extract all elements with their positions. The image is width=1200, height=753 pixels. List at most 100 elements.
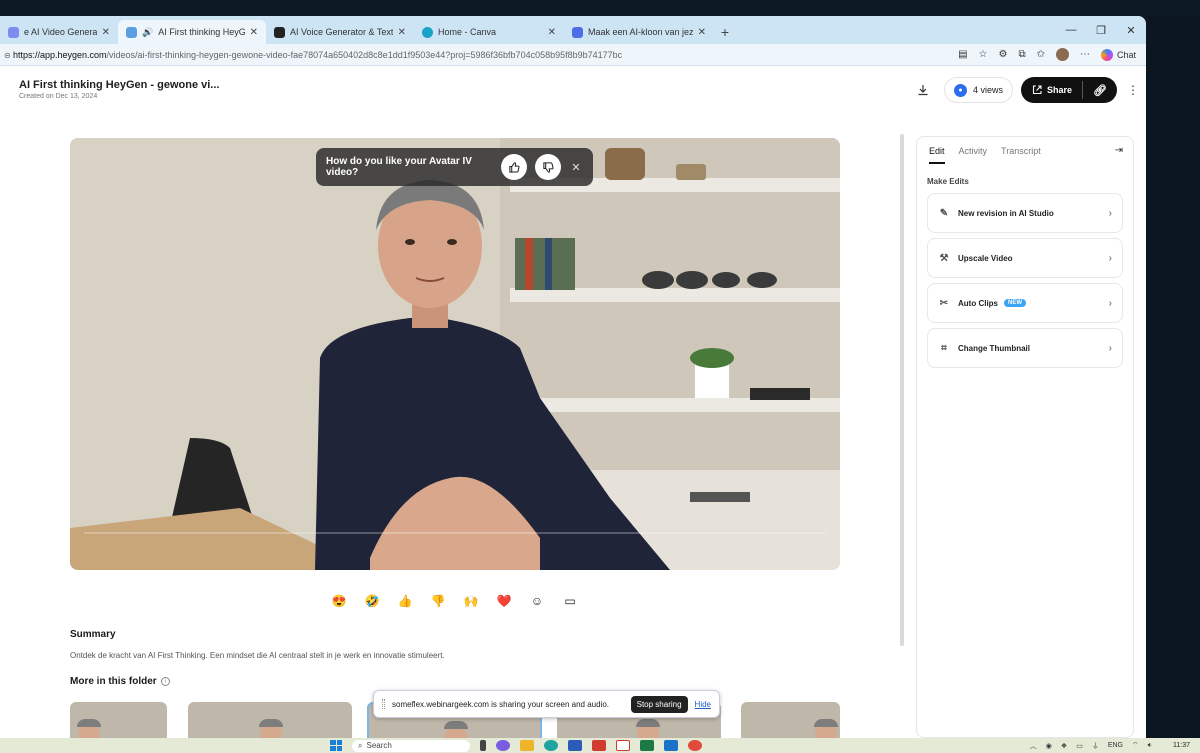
chevron-right-icon: › (1108, 297, 1112, 309)
share-button[interactable]: Share (1021, 81, 1084, 99)
reaction-heart-icon[interactable]: ❤️ (495, 592, 513, 610)
edge-browser-icon[interactable] (544, 740, 558, 751)
folder-video-thumbnail[interactable] (741, 702, 840, 738)
tab-activity[interactable]: Activity (959, 146, 988, 164)
store-app-icon[interactable] (568, 740, 582, 751)
thumbs-down-icon[interactable] (535, 154, 561, 180)
folder-tray-icon[interactable]: ▭ (1076, 742, 1083, 750)
dropbox-icon[interactable]: ❖ (1061, 742, 1067, 750)
feedback-question: How do you like your Avatar IV video? (326, 156, 472, 178)
profile-avatar[interactable] (1055, 48, 1069, 61)
tab-ai-video-generator[interactable]: e AI Video Generator: Create S ✕ (0, 20, 118, 44)
collapse-panel-icon[interactable]: ⇥ (1115, 145, 1123, 156)
hide-button[interactable]: Hide (695, 700, 711, 709)
close-tab-icon[interactable]: ✕ (250, 27, 258, 38)
close-tab-icon[interactable]: ✕ (102, 27, 110, 38)
reaction-thumbs-down-icon[interactable]: 👎 (429, 592, 447, 610)
copilot-app-icon[interactable] (496, 740, 510, 751)
reaction-clap-icon[interactable]: 🙌 (462, 592, 480, 610)
folder-video-thumbnail[interactable] (70, 702, 167, 738)
created-date: Created on Dec 13, 2024 (19, 93, 98, 100)
copy-link-icon[interactable]: 🔗︎ (1083, 84, 1117, 97)
language-indicator[interactable]: ENG (1108, 742, 1123, 749)
excel-icon[interactable] (640, 740, 654, 751)
tab-edit[interactable]: Edit (929, 146, 945, 164)
summary-heading: Summary (70, 629, 116, 640)
video-player[interactable]: How do you like your Avatar IV video? ✕ (70, 138, 840, 570)
views-button[interactable]: ● 4 views (944, 77, 1014, 103)
auto-clips-button[interactable]: ✂ Auto Clips NEW › (927, 283, 1123, 323)
viewer-avatar-icon: ● (954, 83, 967, 97)
folder-video-thumbnail[interactable] (188, 702, 352, 738)
outlook-icon[interactable] (664, 740, 678, 751)
scissors-icon: ✂ (939, 297, 949, 309)
tab-canva[interactable]: Home - Canva ✕ (414, 20, 564, 44)
extension-icon[interactable]: ⚙ (998, 49, 1007, 60)
favicon-icon (274, 26, 285, 38)
more-options-icon[interactable]: ⋮ (1125, 83, 1141, 97)
restore-icon[interactable]: ❐ (1086, 16, 1116, 44)
browser-window: e AI Video Generator: Create S ✕ 🔊 AI Fi… (0, 16, 1146, 738)
new-tab-button[interactable]: + (714, 20, 736, 44)
edit-icon: ✎ (939, 207, 949, 219)
microphone-icon[interactable]: ⏚ (1092, 741, 1099, 751)
favorite-star-icon[interactable]: ☆ (979, 49, 988, 60)
thumbs-down-glyph (542, 161, 553, 173)
close-tab-icon[interactable]: ✕ (698, 27, 706, 38)
share-button-group: Share 🔗︎ (1021, 77, 1117, 103)
favicon-icon (422, 26, 433, 38)
taskbar-search[interactable]: ⌕ Search (352, 739, 470, 752)
wifi-icon[interactable]: ⌔ (1132, 741, 1139, 750)
upscale-video-button[interactable]: ⚒ Upscale Video › (927, 238, 1123, 278)
add-reaction-icon[interactable]: ☺ (528, 592, 546, 610)
comment-icon[interactable]: ▭ (561, 592, 579, 610)
header-actions: ● 4 views Share 🔗︎ ⋮ (910, 77, 1141, 103)
close-tab-icon[interactable]: ✕ (398, 27, 406, 38)
tab-transcript[interactable]: Transcript (1001, 146, 1041, 164)
info-icon[interactable]: i (160, 677, 170, 686)
page-scrollbar[interactable] (900, 134, 904, 646)
split-screen-icon[interactable]: ⧉ (1018, 49, 1025, 60)
file-explorer-icon[interactable] (520, 740, 534, 751)
network-icon[interactable]: ◉ (1046, 742, 1052, 750)
tab-title: AI Voice Generator & Text to Spe (290, 27, 393, 37)
tab-ai-voice-generator[interactable]: AI Voice Generator & Text to Spe ✕ (266, 20, 414, 44)
volume-icon[interactable]: 🔉︎ (1148, 742, 1152, 750)
reader-mode-icon[interactable]: ▤ (958, 49, 967, 60)
thumbs-up-icon[interactable] (501, 154, 527, 180)
change-thumbnail-button[interactable]: ⌗ Change Thumbnail › (927, 328, 1123, 368)
stop-sharing-button[interactable]: Stop sharing (630, 695, 688, 713)
close-tab-icon[interactable]: ✕ (548, 27, 556, 38)
url-field[interactable]: ⊝ https://app.heygen.com/videos/ai-first… (0, 50, 958, 60)
tab-ai-kloon[interactable]: Maak een AI-kloon van jezelf ✕ (564, 20, 714, 44)
task-view-icon[interactable] (480, 740, 486, 751)
drag-handle-icon[interactable] (382, 699, 385, 709)
page-title[interactable]: AI First thinking HeyGen - gewone vi... (19, 79, 219, 91)
gmail-icon[interactable] (616, 740, 630, 751)
taskbar-apps: ⌕ Search (330, 738, 702, 753)
copilot-chat-button[interactable]: Chat (1100, 48, 1136, 61)
new-revision-button[interactable]: ✎ New revision in AI Studio › (927, 193, 1123, 233)
clock[interactable]: 11:37 (1173, 738, 1190, 753)
heygen-page: AI First thinking HeyGen - gewone vi... … (0, 66, 1146, 738)
close-window-icon[interactable]: ✕ (1116, 16, 1146, 44)
magic-wand-icon: ⚒ (939, 252, 949, 264)
minimize-icon[interactable]: — (1056, 16, 1086, 44)
tab-heygen-video[interactable]: 🔊 AI First thinking HeyGen - ge ✕ (118, 20, 266, 44)
copilot-icon (1100, 48, 1113, 61)
reaction-laugh-icon[interactable]: 🤣 (363, 592, 381, 610)
pdf-app-icon[interactable] (688, 740, 702, 751)
audio-playing-icon[interactable]: 🔊 (142, 27, 153, 38)
close-feedback-icon[interactable]: ✕ (569, 161, 583, 174)
favorites-icon[interactable]: ✩ (1037, 49, 1045, 60)
download-button[interactable] (910, 77, 936, 103)
red-app-icon[interactable] (592, 740, 606, 751)
tray-expand-icon[interactable]: ︿ (1030, 741, 1037, 751)
windows-start-icon[interactable] (330, 740, 342, 751)
video-progress-bar[interactable] (84, 532, 826, 534)
reaction-heart-eyes-icon[interactable]: 😍 (330, 592, 348, 610)
reaction-thumbs-up-icon[interactable]: 👍 (396, 592, 414, 610)
more-menu-icon[interactable]: ⋯ (1080, 49, 1090, 60)
tab-strip: e AI Video Generator: Create S ✕ 🔊 AI Fi… (0, 16, 1146, 44)
chevron-right-icon: › (1108, 342, 1112, 354)
